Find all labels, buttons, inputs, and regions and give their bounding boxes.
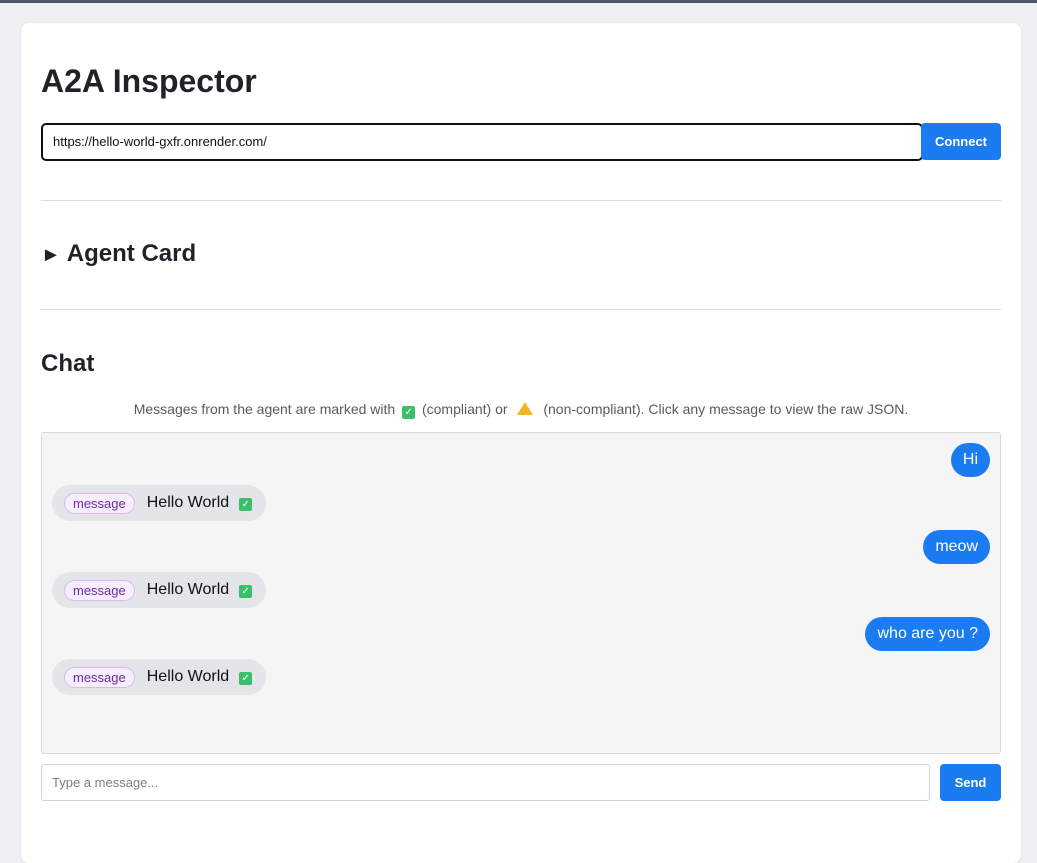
agent-url-input[interactable] [41,123,923,161]
agent-message[interactable]: message Hello World ✓ [52,659,267,695]
message-input[interactable] [41,764,930,801]
message-kind-tag: message [64,579,135,601]
connect-button[interactable]: Connect [921,123,1001,160]
check-mark-icon: ✓ [239,498,253,511]
user-message[interactable]: Hi [950,443,990,477]
chat-message-row: message Hello World ✓ [42,572,1000,608]
check-mark-icon: ✓ [239,585,253,598]
check-mark-icon: ✓ [402,406,416,419]
page-title: A2A Inspector [41,63,257,99]
agent-message-text: Hello World [146,581,230,598]
chat-message-row: Hi [42,443,1000,479]
message-kind-tag: message [64,666,135,688]
chat-messages[interactable]: Hi message Hello World ✓ meow message He… [41,432,1001,754]
send-button[interactable]: Send [940,764,1001,801]
triangle-right-icon: ► [41,244,61,266]
agent-message[interactable]: message Hello World ✓ [52,485,267,521]
agent-message[interactable]: message Hello World ✓ [52,572,267,608]
agent-message-text: Hello World [146,494,230,511]
chat-message-row: message Hello World ✓ [42,659,1000,695]
user-message[interactable]: who are you ? [865,617,990,651]
chat-message-row: message Hello World ✓ [42,485,1000,521]
chat-heading: Chat [41,350,95,377]
agent-message-text: Hello World [146,668,230,685]
user-message[interactable]: meow [923,530,990,564]
warning-icon [517,402,534,415]
hint-noncompliant: (non-compliant). Click any message to vi… [543,401,909,417]
inspector-panel: A2A Inspector Connect ►Agent Card Chat M… [21,23,1021,863]
divider [41,200,1001,201]
check-mark-icon: ✓ [239,672,253,685]
message-kind-tag: message [64,492,135,514]
agent-card-heading: Agent Card [66,240,197,267]
window-top-bar [0,0,1037,3]
chat-hint: Messages from the agent are marked with … [21,399,1021,419]
hint-compliant: (compliant) or [421,401,508,417]
hint-prefix: Messages from the agent are marked with [133,401,396,417]
divider [41,309,1001,310]
agent-card-toggle[interactable]: ► Agent Card [41,238,196,271]
chat-message-row: meow [42,530,1000,566]
chat-message-row: who are you ? [42,617,1000,653]
